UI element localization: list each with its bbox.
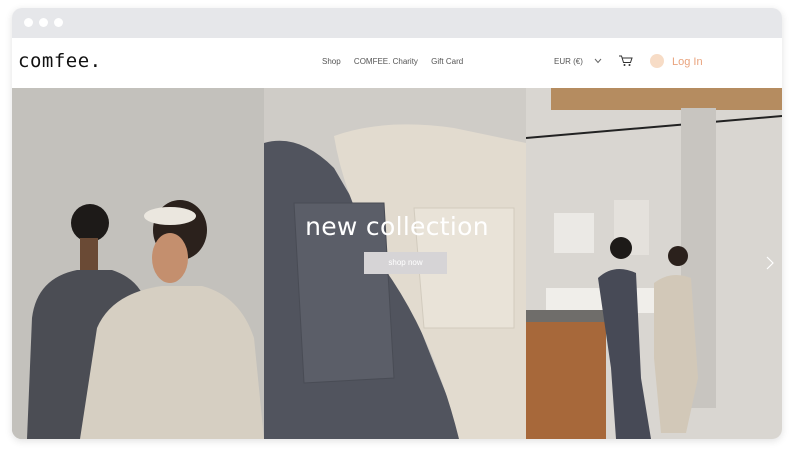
login-link[interactable]: Log In (672, 56, 703, 68)
chevron-right-icon[interactable] (766, 256, 774, 270)
hero-headline: new collection (305, 212, 489, 241)
hero-banner: new collection shop now (12, 88, 782, 439)
browser-window: comfee. Shop COMFEE. Charity Gift Card E… (12, 8, 782, 439)
nav-item-charity[interactable]: COMFEE. Charity (354, 57, 418, 66)
nav-item-shop[interactable]: Shop (322, 57, 341, 66)
store-logo[interactable]: comfee. (18, 50, 102, 72)
avatar-icon[interactable] (650, 54, 664, 68)
window-titlebar (12, 8, 782, 38)
window-dot (24, 18, 33, 27)
chevron-down-icon[interactable] (594, 58, 602, 64)
hero-image-interior (526, 88, 782, 439)
window-dot (39, 18, 48, 27)
nav-item-gift-card[interactable]: Gift Card (431, 57, 463, 66)
site-header: comfee. Shop COMFEE. Charity Gift Card E… (12, 38, 782, 88)
main-nav: Shop COMFEE. Charity Gift Card (322, 57, 474, 66)
cart-icon[interactable] (618, 54, 633, 67)
shop-now-button[interactable]: shop now (364, 252, 447, 274)
hero-image-models (12, 88, 264, 439)
currency-selector[interactable]: EUR (€) (554, 57, 583, 66)
window-dot (54, 18, 63, 27)
